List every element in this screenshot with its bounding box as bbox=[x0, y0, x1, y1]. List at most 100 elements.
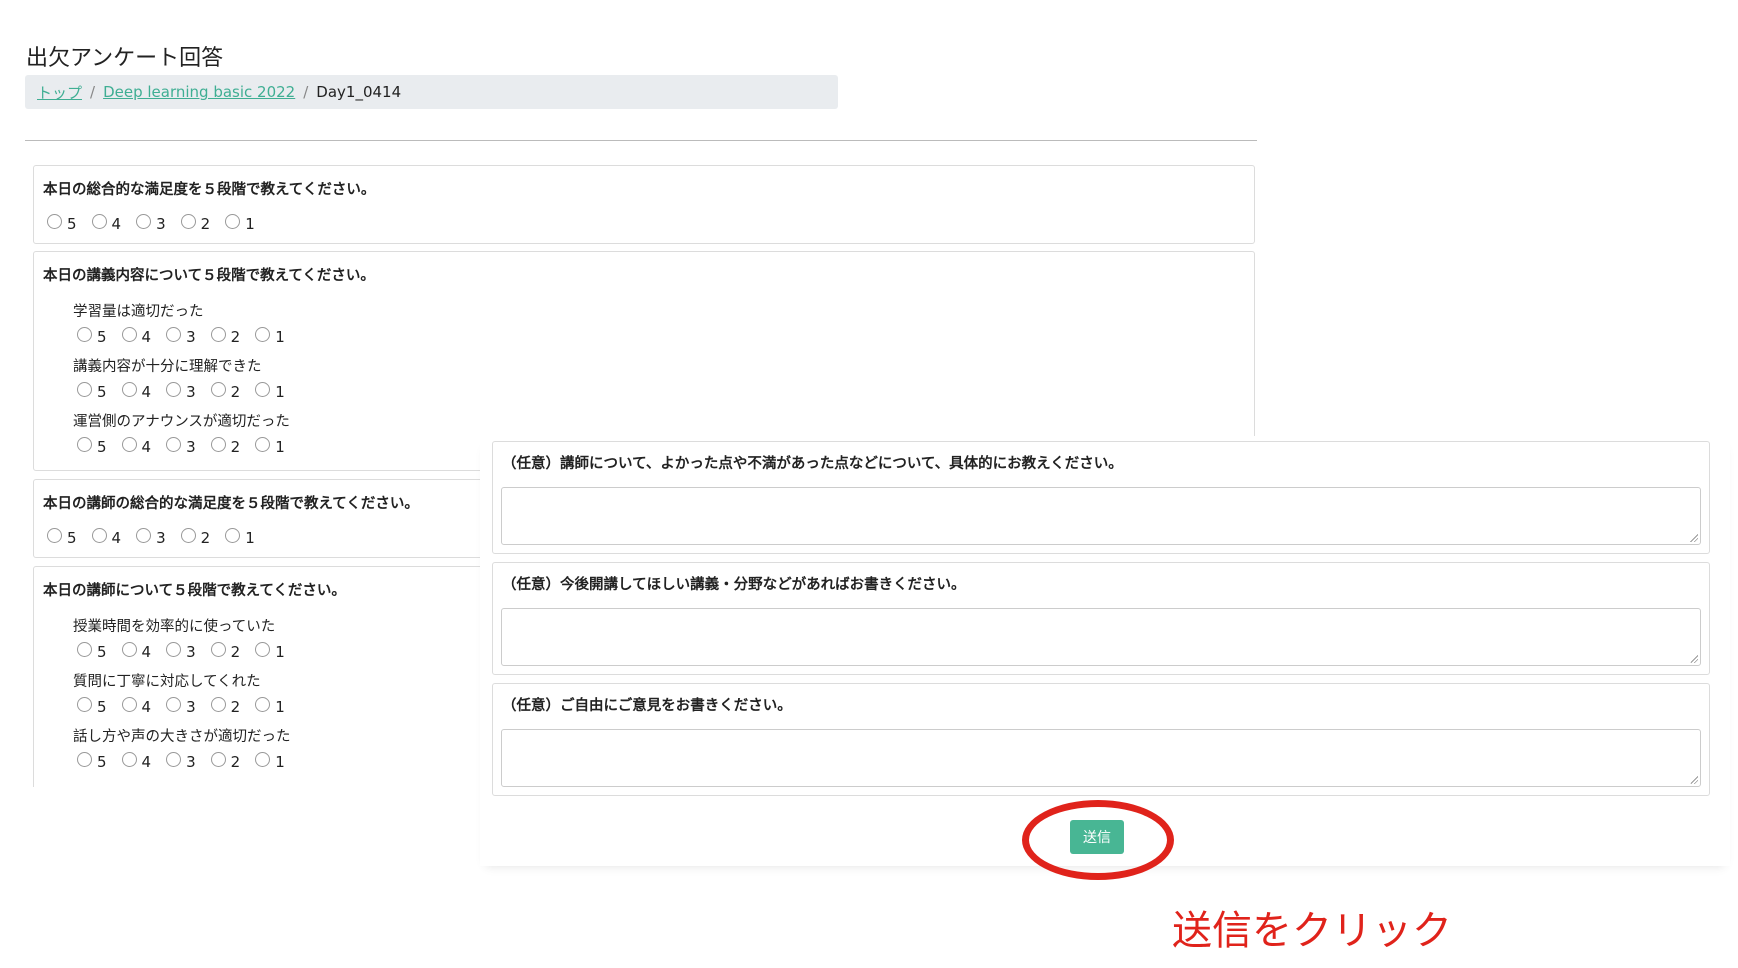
rating-option[interactable]: 2 bbox=[180, 213, 210, 233]
breadcrumb-home-link[interactable]: トップ bbox=[37, 82, 82, 103]
radio-button[interactable] bbox=[77, 436, 92, 452]
radio-button[interactable] bbox=[255, 326, 271, 342]
radio-button[interactable] bbox=[136, 527, 152, 543]
rating-option[interactable]: 5 bbox=[47, 527, 77, 547]
radio-button[interactable] bbox=[255, 696, 271, 712]
radio-button[interactable] bbox=[210, 381, 226, 397]
radio-button[interactable] bbox=[166, 436, 182, 452]
rating-option[interactable]: 3 bbox=[166, 696, 196, 716]
radio-button[interactable] bbox=[255, 751, 271, 767]
rating-option[interactable]: 1 bbox=[255, 641, 285, 661]
radio-button[interactable] bbox=[136, 213, 152, 229]
rating-value: 3 bbox=[186, 643, 196, 661]
radio-button[interactable] bbox=[77, 326, 92, 342]
radio-button[interactable] bbox=[255, 381, 271, 397]
radio-button[interactable] bbox=[121, 381, 137, 397]
radio-button[interactable] bbox=[47, 213, 62, 229]
rating-option[interactable]: 2 bbox=[210, 436, 240, 456]
radio-button[interactable] bbox=[210, 696, 226, 712]
free-question-card: （任意）講師について、よかった点や不満があった点などについて、具体的にお教えくだ… bbox=[492, 441, 1710, 554]
rating-value: 4 bbox=[141, 383, 152, 401]
rating-option[interactable]: 4 bbox=[121, 326, 151, 346]
radio-button[interactable] bbox=[121, 696, 137, 712]
sub-question-label: 話し方や声の大きさが適切だった bbox=[73, 729, 291, 745]
rating-option[interactable]: 4 bbox=[91, 213, 121, 233]
radio-button[interactable] bbox=[166, 751, 182, 767]
rating-value: 1 bbox=[275, 698, 285, 716]
rating-value: 5 bbox=[67, 529, 77, 547]
rating-option[interactable]: 2 bbox=[210, 381, 240, 401]
rating-option[interactable]: 2 bbox=[210, 641, 240, 661]
radio-button[interactable] bbox=[47, 527, 62, 543]
rating-option[interactable]: 1 bbox=[225, 527, 255, 547]
rating-option[interactable]: 3 bbox=[166, 641, 196, 661]
rating-option[interactable]: 4 bbox=[121, 696, 151, 716]
radio-button[interactable] bbox=[121, 436, 137, 452]
radio-button[interactable] bbox=[166, 326, 182, 342]
comment-textarea[interactable] bbox=[501, 487, 1701, 545]
radio-button[interactable] bbox=[166, 696, 182, 712]
rating-option[interactable]: 4 bbox=[121, 381, 152, 401]
rating-option[interactable]: 2 bbox=[180, 527, 210, 547]
radio-button[interactable] bbox=[77, 751, 92, 767]
rating-option[interactable]: 4 bbox=[121, 751, 151, 771]
rating-option[interactable]: 1 bbox=[255, 436, 285, 456]
rating-option[interactable]: 4 bbox=[121, 436, 151, 456]
radio-button[interactable] bbox=[210, 751, 226, 767]
rating-option[interactable]: 1 bbox=[225, 213, 255, 233]
rating-option[interactable]: 5 bbox=[47, 213, 77, 233]
rating-option[interactable]: 3 bbox=[166, 751, 196, 771]
radio-button[interactable] bbox=[121, 326, 137, 342]
rating-option[interactable]: 2 bbox=[210, 751, 240, 771]
radio-button[interactable] bbox=[255, 641, 271, 657]
rating-option[interactable]: 1 bbox=[255, 696, 285, 716]
radio-button[interactable] bbox=[210, 641, 226, 657]
rating-option[interactable]: 3 bbox=[136, 527, 166, 547]
radio-button[interactable] bbox=[210, 326, 226, 342]
rating-option[interactable]: 5 bbox=[77, 326, 107, 346]
resize-grip-icon[interactable] bbox=[1690, 655, 1698, 663]
rating-option[interactable]: 5 bbox=[77, 381, 107, 401]
radio-button[interactable] bbox=[121, 751, 137, 767]
rating-option[interactable]: 2 bbox=[210, 326, 240, 346]
radio-button[interactable] bbox=[77, 696, 92, 712]
rating-option[interactable]: 2 bbox=[210, 696, 240, 716]
radio-button[interactable] bbox=[180, 213, 196, 229]
question-card-overall: 本日の総合的な満足度を５段階で教えてください。 5 4 3 2 1 bbox=[33, 165, 1255, 244]
free-question-card: （任意）今後開講してほしい講義・分野などがあればお書きください。 bbox=[492, 562, 1710, 675]
rating-option[interactable]: 4 bbox=[121, 641, 152, 661]
rating-value: 3 bbox=[156, 215, 166, 233]
rating-option[interactable]: 3 bbox=[166, 436, 196, 456]
radio-button[interactable] bbox=[77, 641, 92, 657]
rating-option[interactable]: 1 bbox=[255, 751, 285, 771]
highlight-circle-annotation bbox=[1022, 800, 1174, 880]
comment-textarea[interactable] bbox=[501, 729, 1701, 787]
radio-button[interactable] bbox=[121, 641, 137, 657]
rating-option[interactable]: 5 bbox=[77, 436, 107, 456]
rating-value: 4 bbox=[141, 643, 152, 661]
radio-button[interactable] bbox=[77, 381, 92, 397]
radio-button[interactable] bbox=[210, 436, 226, 452]
radio-button[interactable] bbox=[91, 527, 107, 543]
sub-question-label: 質問に丁寧に対応してくれた bbox=[73, 674, 261, 690]
radio-button[interactable] bbox=[225, 527, 241, 543]
radio-button[interactable] bbox=[255, 436, 271, 452]
rating-option[interactable]: 3 bbox=[166, 326, 196, 346]
rating-option[interactable]: 1 bbox=[255, 381, 285, 401]
rating-option[interactable]: 5 bbox=[77, 696, 107, 716]
radio-button[interactable] bbox=[91, 213, 107, 229]
rating-option[interactable]: 5 bbox=[77, 751, 107, 771]
breadcrumb-course-link[interactable]: Deep learning basic 2022 bbox=[103, 83, 295, 101]
comment-textarea[interactable] bbox=[501, 608, 1701, 666]
rating-option[interactable]: 3 bbox=[136, 213, 166, 233]
resize-grip-icon[interactable] bbox=[1690, 534, 1698, 542]
radio-button[interactable] bbox=[166, 381, 182, 397]
rating-option[interactable]: 3 bbox=[166, 381, 196, 401]
radio-button[interactable] bbox=[225, 213, 241, 229]
rating-option[interactable]: 5 bbox=[77, 641, 107, 661]
rating-option[interactable]: 1 bbox=[255, 326, 285, 346]
resize-grip-icon[interactable] bbox=[1690, 776, 1698, 784]
radio-button[interactable] bbox=[166, 641, 182, 657]
radio-button[interactable] bbox=[180, 527, 196, 543]
rating-option[interactable]: 4 bbox=[91, 527, 121, 547]
